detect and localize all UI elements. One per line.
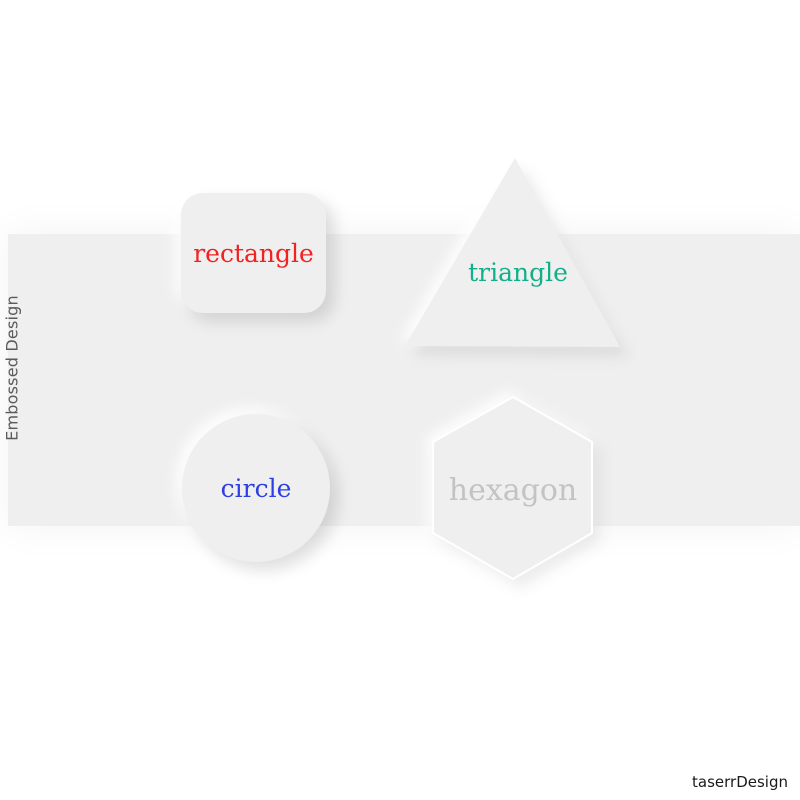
rectangle-shape: rectangle bbox=[181, 193, 326, 313]
canvas: Embossed Design rectangle triangle circl… bbox=[0, 0, 800, 800]
triangle-shape: triangle bbox=[405, 158, 620, 347]
side-title: Embossed Design bbox=[2, 295, 22, 441]
circle-shape: circle bbox=[182, 414, 330, 562]
rectangle-label: rectangle bbox=[193, 238, 314, 268]
hexagon-shape: hexagon bbox=[432, 395, 593, 581]
hexagon-label: hexagon bbox=[449, 473, 577, 508]
circle-label: circle bbox=[220, 473, 292, 503]
triangle-label: triangle bbox=[468, 258, 568, 287]
credit-text: taserrDesign bbox=[692, 773, 788, 791]
